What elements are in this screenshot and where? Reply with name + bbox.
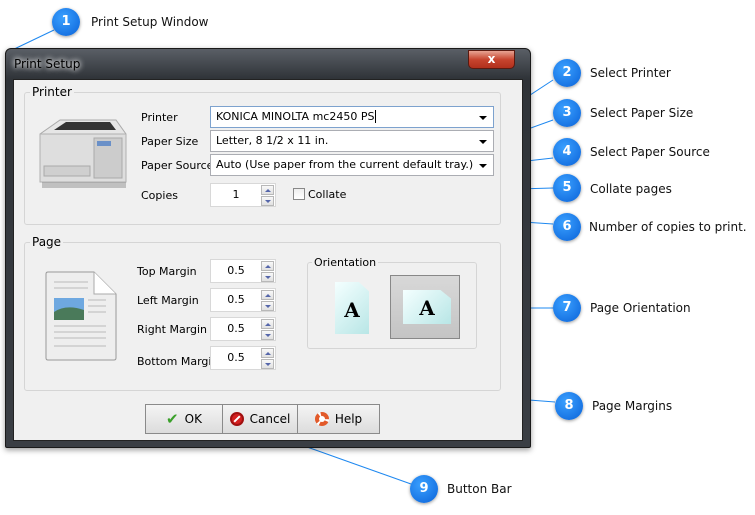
printer-group-label: Printer <box>30 85 74 99</box>
chevron-down-icon[interactable] <box>479 140 487 144</box>
decrement-button[interactable] <box>261 330 274 340</box>
increment-button[interactable] <box>261 348 274 358</box>
bottom-margin-label: Bottom Margin <box>137 355 219 368</box>
callout-label-2: Select Printer <box>590 66 671 80</box>
portrait-button[interactable]: A <box>335 282 369 334</box>
increment-button[interactable] <box>261 290 274 300</box>
callout-label-1: Print Setup Window <box>91 15 209 29</box>
callout-badge-4: 4 <box>553 138 581 166</box>
decrement-button[interactable] <box>261 272 274 282</box>
paper-source-label: Paper Source <box>141 159 214 172</box>
paper-size-combo[interactable]: Letter, 8 1/2 x 11 in. <box>210 130 494 152</box>
left-margin-label: Left Margin <box>137 294 199 307</box>
orientation-label: Orientation <box>312 256 379 269</box>
callout-label-3: Select Paper Size <box>590 106 694 120</box>
page-group-label: Page <box>30 235 64 249</box>
printer-combo[interactable]: KONICA MINOLTA mc2450 PS <box>210 106 494 128</box>
callout-badge-6: 6 <box>553 213 581 241</box>
right-margin-stepper[interactable]: 0.5 <box>210 317 276 341</box>
cancel-icon <box>229 412 244 426</box>
left-margin-stepper[interactable]: 0.5 <box>210 288 276 312</box>
help-label: Help <box>334 412 363 426</box>
collate-label: Collate <box>308 188 347 201</box>
copies-stepper[interactable]: 1 <box>210 183 276 207</box>
callout-badge-8: 8 <box>555 392 583 420</box>
close-button[interactable]: x <box>468 50 515 69</box>
increment-button[interactable] <box>261 185 274 195</box>
callout-badge-9: 9 <box>410 475 438 503</box>
cancel-label: Cancel <box>249 412 291 426</box>
bottom-margin-stepper[interactable]: 0.5 <box>210 346 276 370</box>
decrement-button[interactable] <box>261 359 274 369</box>
chevron-down-icon[interactable] <box>479 164 487 168</box>
copies-value: 1 <box>232 188 240 201</box>
paper-size-value: Letter, 8 1/2 x 11 in. <box>216 134 329 147</box>
printer-label: Printer <box>141 111 178 124</box>
copies-label: Copies <box>141 189 178 202</box>
increment-button[interactable] <box>261 319 274 329</box>
bottom-margin-value: 0.5 <box>227 351 245 364</box>
help-button[interactable]: Help <box>297 404 380 434</box>
callout-label-5: Collate pages <box>590 182 672 196</box>
callout-label-8: Page Margins <box>592 399 673 413</box>
checkmark-icon: ✔ <box>166 410 179 428</box>
landscape-button-selected[interactable]: A <box>390 275 460 339</box>
callout-badge-7: 7 <box>553 294 581 322</box>
ok-label: OK <box>184 412 202 426</box>
decrement-button[interactable] <box>261 196 274 206</box>
callout-badge-3: 3 <box>553 99 581 127</box>
callout-label-7: Page Orientation <box>590 301 691 315</box>
callout-badge-5: 5 <box>553 174 581 202</box>
paper-size-label: Paper Size <box>141 135 199 148</box>
top-margin-stepper[interactable]: 0.5 <box>210 259 276 283</box>
callout-label-6: Number of copies to print. <box>589 220 747 234</box>
decrement-button[interactable] <box>261 301 274 311</box>
chevron-down-icon[interactable] <box>479 116 487 120</box>
right-margin-label: Right Margin <box>137 323 208 336</box>
paper-source-combo[interactable]: Auto (Use paper from the current default… <box>210 154 494 176</box>
cancel-button[interactable]: Cancel <box>222 404 298 434</box>
callout-label-4: Select Paper Source <box>590 145 710 159</box>
left-margin-value: 0.5 <box>227 293 245 306</box>
window-title: Print Setup <box>14 57 81 71</box>
printer-value: KONICA MINOLTA mc2450 PS <box>216 110 375 123</box>
ok-button[interactable]: ✔ OK <box>145 404 223 434</box>
document-icon <box>45 271 117 361</box>
paper-source-value: Auto (Use paper from the current default… <box>216 158 474 171</box>
right-margin-value: 0.5 <box>227 322 245 335</box>
printer-icon <box>39 119 127 188</box>
landscape-icon: A <box>403 290 451 324</box>
collate-checkbox[interactable] <box>293 188 305 200</box>
callout-badge-1: 1 <box>52 8 80 36</box>
top-margin-label: Top Margin <box>137 265 197 278</box>
increment-button[interactable] <box>261 261 274 271</box>
lifebuoy-icon <box>314 412 329 426</box>
callout-badge-2: 2 <box>553 59 581 87</box>
callout-label-9: Button Bar <box>447 482 512 496</box>
top-margin-value: 0.5 <box>227 264 245 277</box>
